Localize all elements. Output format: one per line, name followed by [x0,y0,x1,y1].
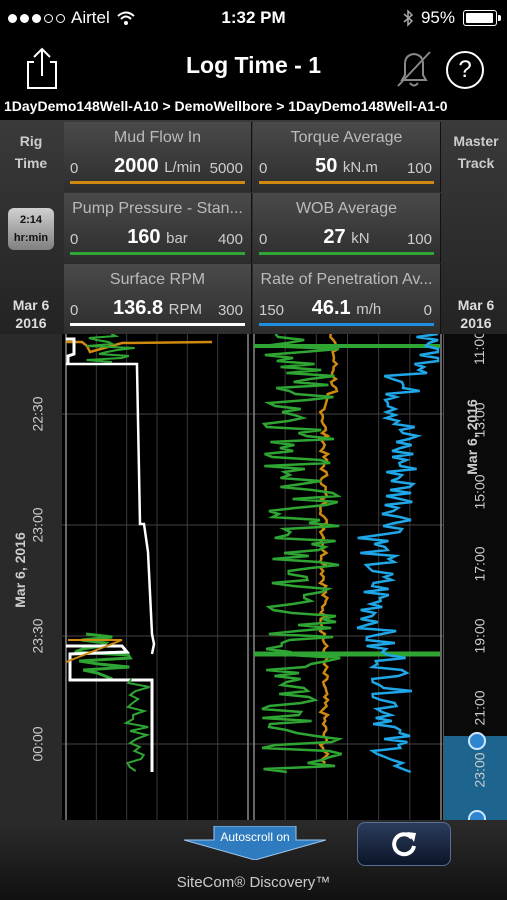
bottom-toolbar: Autoscroll on SiteCom® Discovery™ [0,820,507,900]
tile-color-bar [259,323,434,326]
viewport-top-handle[interactable] [468,732,486,750]
nav-bar: Log Time - 1 ? [0,36,507,96]
tile-max: 300 [217,302,243,319]
left-axis-title: Mar 6, 2016 [11,532,28,608]
tile-value: 160 [127,226,161,248]
right-tick-label: 21:00 [471,690,488,726]
status-right: 95% [403,8,501,28]
autoscroll-label: Autoscroll on [220,830,290,844]
right-date-day: Mar 6 [457,297,495,313]
tile-surface-rpm[interactable]: Surface RPM 0 136.8 RPM 300 [64,264,252,334]
left-date-year: 2016 [15,315,47,331]
tile-rate-of-penetration[interactable]: Rate of Penetration Av... 150 46.1 m/h 0 [253,264,441,334]
tile-name: Rate of Penetration Av... [260,271,433,288]
tile-pump-pressure[interactable]: Pump Pressure - Stan... 0 160 bar 400 [64,193,252,263]
zoom-button[interactable]: 2:14 hr:min [8,208,54,250]
battery-level [466,13,493,23]
left-tick-label: 23:00 [29,507,46,543]
help-button[interactable]: ? [446,51,484,89]
footer-brand: SiteCom® Discovery™ [176,874,331,891]
tile-max: 0 [423,302,432,319]
tile-torque-average[interactable]: Torque Average 0 50 kN.m 100 [253,122,441,192]
tile-value: 2000 [114,155,159,177]
battery-percent: 95% [420,8,455,27]
tile-mud-flow-in[interactable]: Mud Flow In 0 2000 L/min 5000 [64,122,252,192]
tile-color-bar [70,252,245,255]
status-bar: Airtel 1:32 PM 95% [0,0,507,36]
left-tick-label: 00:00 [29,726,46,762]
right-tick-label: 11:00 [471,334,487,365]
tile-value: 46.1 [311,297,351,319]
time-label: Time [14,155,48,171]
left-date-day: Mar 6 [12,297,50,313]
refresh-icon [392,832,416,857]
time-axis-left: Mar 6, 2016 22:30 23:00 23:30 00:00 [0,334,62,820]
tile-name: WOB Average [295,200,398,217]
tile-name: Surface RPM [109,271,206,288]
refresh-button[interactable] [357,822,451,866]
bell-icon[interactable] [394,46,434,90]
log-chart[interactable]: Mar 6, 2016 22:30 23:00 23:30 00:00 Mar … [0,334,507,820]
channel-header: Rig Time 2:14 hr:min Mar 6 2016 Mud Flow I… [0,120,507,334]
master-track[interactable]: Mar 6, 2016 11:00 13:00 15:00 17:00 19:0… [443,334,507,820]
tile-unit: RPM [168,301,202,318]
tile-unit: bar [166,230,188,247]
right-tick-label: 19:00 [471,618,488,654]
battery-icon [463,10,501,26]
master-label: Master [453,133,499,149]
tile-value: 136.8 [113,297,164,319]
right-date-year: 2016 [460,315,492,331]
tile-unit: m/h [356,301,382,318]
right-tick-label: 23:00 [471,752,488,788]
tile-max: 5000 [209,160,243,177]
right-tick-label: 15:00 [471,474,488,510]
master-track-column: Master Track Mar 6 2016 [445,120,507,334]
tile-unit: L/min [164,159,201,176]
tile-unit: kN.m [342,159,378,176]
tile-unit: kN [351,230,370,247]
tile-max: 400 [217,231,243,248]
zoom-value: 2:14 [19,214,43,226]
autoscroll-button[interactable]: Autoscroll on [184,826,326,860]
tile-color-bar [259,252,434,255]
tile-name: Mud Flow In [113,129,202,146]
rig-label: Rig [19,133,43,149]
tile-value: 50 [315,155,338,177]
right-tick-label: 13:00 [471,402,488,438]
breadcrumb: 1DayDemo148Well-A10 > DemoWellbore > 1Da… [0,96,507,120]
tile-color-bar [70,181,245,184]
tile-max: 100 [406,160,432,177]
log-tracks[interactable] [62,334,443,820]
rig-time-column: Rig Time 2:14 hr:min Mar 6 2016 [0,120,62,334]
zoom-unit: hr:min [13,232,49,244]
left-tick-label: 22:30 [29,396,46,432]
left-tick-label: 23:30 [29,618,46,654]
bluetooth-icon [403,9,413,27]
right-tick-label: 17:00 [471,546,488,582]
tile-color-bar [70,323,245,326]
tile-value: 27 [323,226,346,248]
tile-wob-average[interactable]: WOB Average 0 27 kN 100 [253,193,441,263]
tile-max: 100 [406,231,432,248]
tile-name: Torque Average [290,129,403,146]
tile-name: Pump Pressure - Stan... [72,200,243,217]
track-label: Track [457,155,495,171]
tile-color-bar [259,181,434,184]
